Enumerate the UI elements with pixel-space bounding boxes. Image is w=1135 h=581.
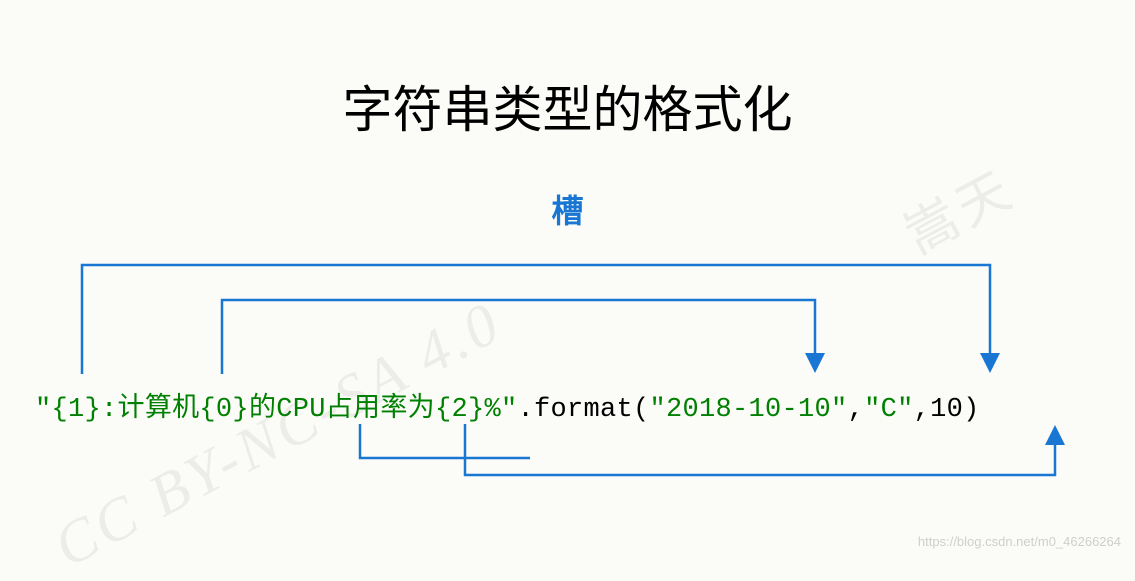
slot-label: 槽 — [0, 186, 1135, 232]
code-arg-3: 10 — [930, 395, 963, 425]
code-close-paren: ) — [963, 395, 980, 425]
code-slot-1: "{1} — [35, 395, 101, 425]
code-text-1: :计算机 — [101, 395, 199, 425]
code-text-3: %" — [484, 395, 517, 425]
code-comma-1: , — [848, 395, 865, 425]
code-text-2: 的CPU占用率为 — [249, 395, 435, 425]
arrow-slot1-to-argC — [82, 265, 990, 374]
code-comma-2: , — [914, 395, 931, 425]
page-title: 字符串类型的格式化 — [0, 70, 1135, 142]
code-line: "{1}:计算机{0}的CPU占用率为{2}%".format("2018-10… — [35, 385, 980, 425]
arrow-slot0-to-argDate — [222, 300, 815, 374]
code-slot-2: {2} — [435, 395, 485, 425]
code-slot-0: {0} — [199, 395, 249, 425]
code-arg-1: "2018-10-10" — [650, 395, 848, 425]
watermark-license: CC BY-NC-SA 4.0 — [43, 288, 513, 581]
bracket-open-segment — [360, 424, 530, 458]
watermark-url: https://blog.csdn.net/m0_46266264 — [918, 534, 1121, 549]
code-arg-2: "C" — [864, 395, 914, 425]
arrow-slot2-to-arg10 — [465, 424, 1055, 475]
code-method: .format( — [517, 395, 649, 425]
